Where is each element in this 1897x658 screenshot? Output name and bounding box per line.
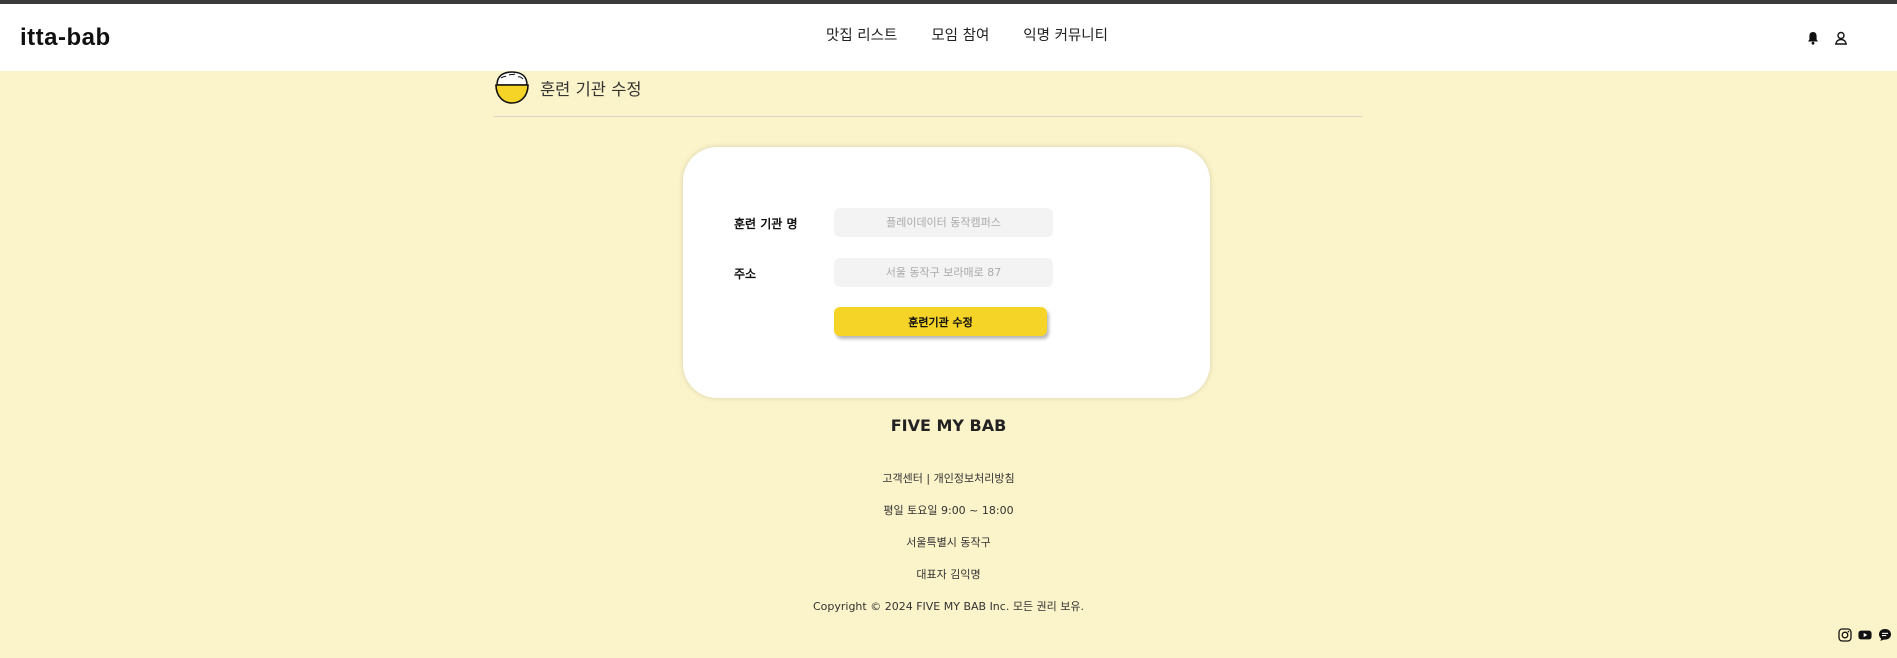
footer-separator: | bbox=[926, 472, 931, 485]
rice-bowl-icon bbox=[494, 68, 530, 106]
nav-item-restaurant-list[interactable]: 맛집 리스트 bbox=[826, 24, 897, 45]
address-input[interactable] bbox=[834, 258, 1053, 287]
page-title: 훈련 기관 수정 bbox=[540, 80, 642, 99]
footer-links: 고객센터 | 개인정보처리방침 bbox=[0, 470, 1897, 486]
youtube-icon[interactable] bbox=[1858, 628, 1872, 642]
header-icons bbox=[1805, 30, 1849, 46]
training-institute-name-input[interactable] bbox=[834, 208, 1053, 237]
bell-icon[interactable] bbox=[1805, 30, 1821, 46]
privacy-policy-link[interactable]: 개인정보처리방침 bbox=[934, 472, 1015, 485]
footer-address: 서울특별시 동작구 bbox=[906, 536, 991, 549]
chat-icon[interactable] bbox=[1878, 628, 1892, 642]
page-heading: 훈련 기관 수정 bbox=[494, 68, 1362, 118]
instagram-icon[interactable] bbox=[1838, 628, 1852, 642]
social-links bbox=[1838, 628, 1892, 642]
logo[interactable]: itta-bab bbox=[20, 24, 111, 52]
nav-item-anonymous-community[interactable]: 익명 커뮤니티 bbox=[1023, 24, 1108, 45]
heading-divider bbox=[494, 116, 1362, 117]
footer-copyright: Copyright © 2024 FIVE MY BAB Inc. 모든 권리 … bbox=[812, 600, 1085, 613]
user-icon[interactable] bbox=[1833, 30, 1849, 46]
footer-ceo: 대표자 김익명 bbox=[916, 568, 981, 581]
nav-item-meetup[interactable]: 모임 참여 bbox=[931, 24, 989, 45]
address-label: 주소 bbox=[734, 267, 757, 281]
site-header: itta-bab 맛집 리스트 모임 참여 익명 커뮤니티 bbox=[0, 4, 1897, 71]
footer-hours: 평일 토요일 9:00 ~ 18:00 bbox=[883, 504, 1014, 517]
main-nav: 맛집 리스트 모임 참여 익명 커뮤니티 bbox=[826, 24, 1108, 45]
name-label: 훈련 기관 명 bbox=[734, 217, 798, 231]
footer-brand: FIVE MY BAB bbox=[890, 416, 1007, 435]
edit-institute-button[interactable]: 훈련기관 수정 bbox=[834, 307, 1047, 336]
customer-center-link[interactable]: 고객센터 bbox=[882, 472, 922, 485]
